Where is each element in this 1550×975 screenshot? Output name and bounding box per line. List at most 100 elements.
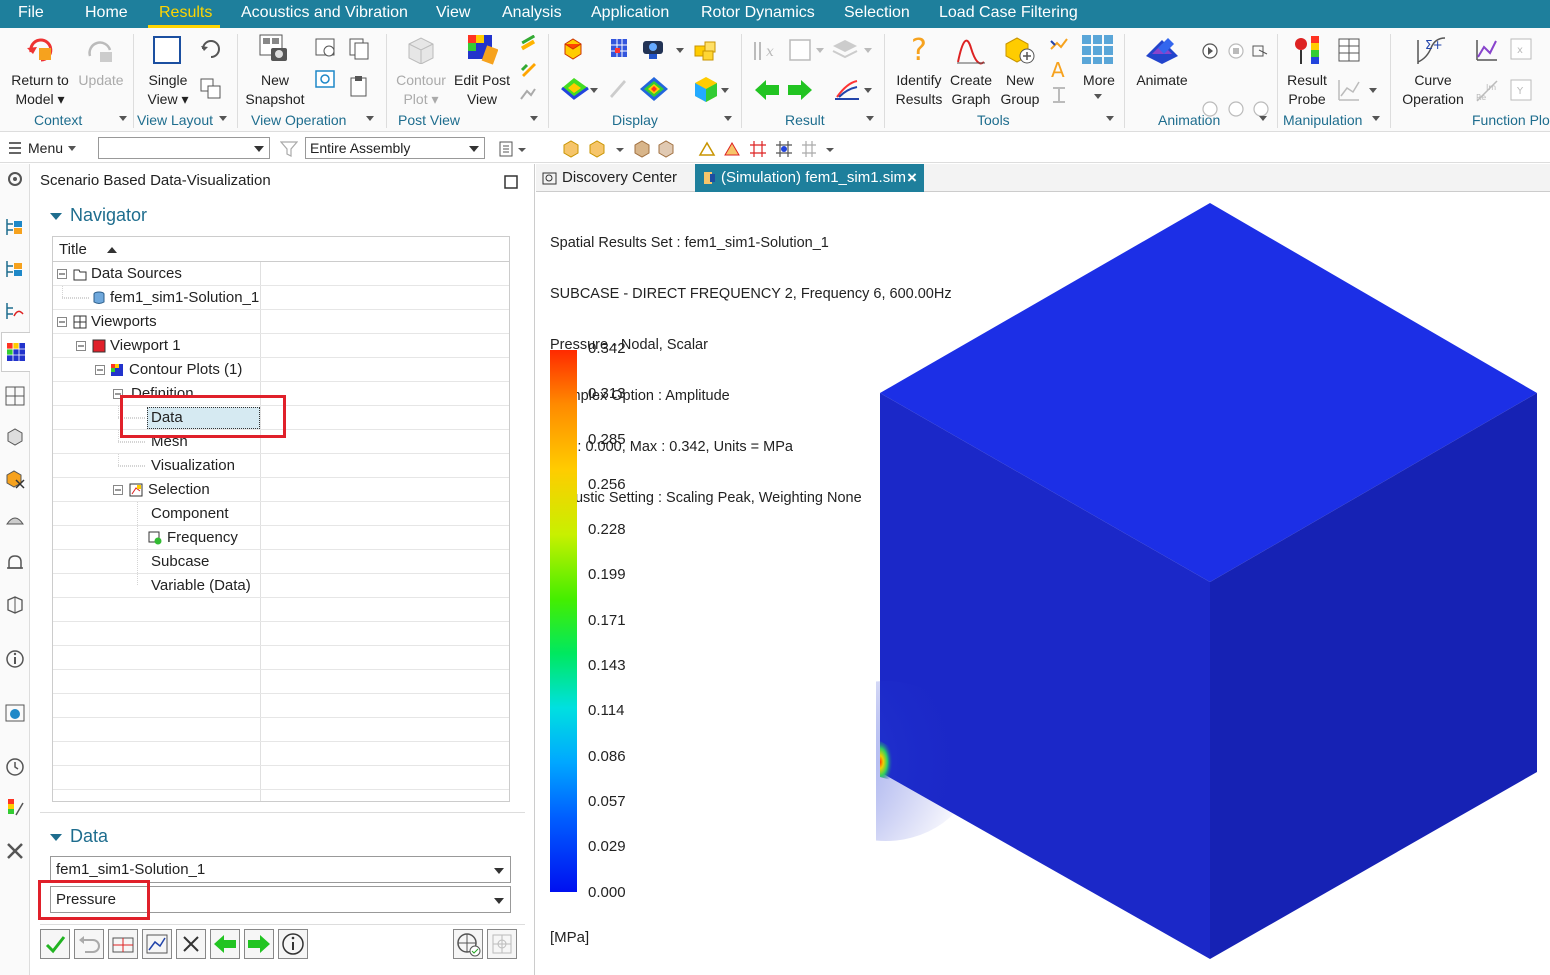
sim-file-view-icon[interactable] bbox=[4, 300, 26, 322]
new-snapshot-button[interactable]: New Snapshot bbox=[242, 71, 308, 109]
tab-discovery-center[interactable]: Discovery Center bbox=[536, 164, 694, 192]
view-list-icon[interactable] bbox=[314, 37, 338, 61]
mesh-display-icon[interactable] bbox=[607, 36, 631, 62]
probe-graph-icon[interactable] bbox=[1337, 78, 1361, 102]
scope-combo[interactable]: Entire Assembly bbox=[305, 137, 485, 159]
view-capture-icon[interactable] bbox=[314, 68, 338, 92]
select-body-icon[interactable] bbox=[656, 139, 676, 159]
graphics-viewport[interactable]: Spatial Results Set : fem1_sim1-Solution… bbox=[536, 193, 1550, 975]
annotation-a-icon[interactable]: A bbox=[1049, 59, 1069, 81]
reuse-library-icon[interactable] bbox=[4, 510, 26, 532]
part-library-icon[interactable] bbox=[4, 594, 26, 616]
select-solid-icon[interactable] bbox=[632, 139, 652, 159]
previous-arrow-icon[interactable] bbox=[753, 78, 781, 102]
title-column-header[interactable]: Title bbox=[59, 237, 87, 262]
menu-view[interactable]: View bbox=[436, 4, 470, 22]
tree-row-contour-plots[interactable]: Contour Plots (1) bbox=[53, 358, 509, 382]
history-clock-icon[interactable] bbox=[4, 756, 26, 778]
refresh-icon[interactable] bbox=[200, 38, 222, 60]
marker-icon[interactable] bbox=[519, 60, 537, 78]
tree-row-data-sources[interactable]: Data Sources bbox=[53, 262, 509, 286]
more-dropdown-arrow[interactable] bbox=[1094, 94, 1102, 99]
post-view-group-arrow[interactable] bbox=[530, 116, 538, 121]
return-to-model-button[interactable]: Return to Model ▾ bbox=[8, 71, 72, 109]
global-settings-button[interactable] bbox=[453, 929, 483, 959]
tree-row-viewport-1[interactable]: Viewport 1 bbox=[53, 334, 509, 358]
undo-button[interactable] bbox=[74, 929, 104, 959]
probe-dropdown-arrow[interactable] bbox=[1369, 88, 1377, 93]
collapse-minus-icon[interactable] bbox=[57, 269, 67, 279]
hamburger-menu-icon[interactable] bbox=[8, 142, 22, 154]
menu-home[interactable]: Home bbox=[85, 4, 128, 22]
color-palette-icon[interactable] bbox=[519, 35, 537, 53]
collapse-minus-icon[interactable] bbox=[76, 341, 86, 351]
result-group-arrow[interactable] bbox=[866, 116, 874, 121]
collapse-minus-icon[interactable] bbox=[95, 365, 105, 375]
display-dropdown-arrow[interactable] bbox=[676, 48, 684, 53]
tab-simulation[interactable]: (Simulation) fem1_sim1.sim × bbox=[695, 164, 924, 192]
edit-post-view-button[interactable]: Edit Post View bbox=[452, 71, 512, 109]
filter-icon[interactable] bbox=[280, 141, 298, 157]
tree-row-variable-data[interactable]: Variable (Data) bbox=[53, 574, 509, 598]
assembly-navigator-icon[interactable] bbox=[4, 426, 26, 448]
menu-acoustics-and-vibration[interactable]: Acoustics and Vibration bbox=[241, 4, 408, 22]
constraint-navigator-icon[interactable] bbox=[4, 468, 26, 490]
grid-snap-icon[interactable] bbox=[748, 139, 768, 159]
menu-rotor-dynamics[interactable]: Rotor Dynamics bbox=[701, 4, 815, 22]
more-button[interactable]: More bbox=[1077, 71, 1121, 90]
result-frame-icon[interactable] bbox=[788, 38, 812, 62]
collapse-minus-icon[interactable] bbox=[113, 485, 123, 495]
info-button[interactable] bbox=[278, 929, 308, 959]
layout-grid-icon[interactable] bbox=[4, 385, 26, 407]
snap-icon[interactable] bbox=[697, 139, 717, 159]
manipulation-group-arrow[interactable] bbox=[1372, 116, 1380, 121]
create-graph-button[interactable]: Create Graph bbox=[947, 71, 995, 109]
information-icon[interactable] bbox=[4, 648, 26, 670]
tree-row-solution[interactable]: fem1_sim1-Solution_1 bbox=[53, 286, 509, 310]
y-plot-icon[interactable]: Y bbox=[1509, 78, 1533, 102]
next-button[interactable] bbox=[244, 929, 274, 959]
marker-tool-icon[interactable] bbox=[1049, 35, 1069, 55]
menu-results[interactable]: Results bbox=[159, 4, 212, 22]
tree-row-selection[interactable]: Selection bbox=[53, 478, 509, 502]
display-group-arrow[interactable] bbox=[724, 116, 732, 121]
menu-selection[interactable]: Selection bbox=[844, 4, 910, 22]
post-processing-navigator-tab[interactable] bbox=[1, 332, 30, 372]
result-cube-model[interactable] bbox=[876, 201, 1546, 966]
cube-stack-icon[interactable] bbox=[693, 38, 719, 62]
color-legend-icon[interactable] bbox=[4, 797, 26, 819]
select-add-icon[interactable] bbox=[587, 139, 627, 159]
web-browser-icon[interactable] bbox=[4, 702, 26, 724]
animate-button[interactable]: Animate bbox=[1133, 71, 1191, 90]
deform-icon[interactable] bbox=[519, 85, 537, 103]
tree-row-viewports[interactable]: Viewports bbox=[53, 310, 509, 334]
snap-point-icon[interactable] bbox=[722, 139, 742, 159]
animation-group-arrow[interactable] bbox=[1259, 116, 1267, 121]
delete-button[interactable] bbox=[176, 929, 206, 959]
collapse-minus-icon[interactable] bbox=[57, 317, 67, 327]
selection-options-icon[interactable] bbox=[498, 139, 528, 159]
notification-bell-icon[interactable] bbox=[4, 552, 26, 574]
tree-row-visualization[interactable]: Visualization bbox=[53, 454, 509, 478]
contour-plot-button[interactable]: Contour Plot ▾ bbox=[392, 71, 450, 109]
menu-file[interactable]: File bbox=[18, 4, 44, 22]
type-filter-combo[interactable] bbox=[98, 137, 270, 159]
navigator-section-header[interactable]: Navigator bbox=[50, 205, 147, 226]
single-view-button[interactable]: Single View ▾ bbox=[141, 71, 195, 109]
paste-view-icon[interactable] bbox=[348, 75, 372, 99]
contour-dropdown-arrow[interactable] bbox=[590, 88, 598, 93]
previous-button[interactable] bbox=[210, 929, 240, 959]
tree-row-frequency[interactable]: Frequency bbox=[53, 526, 509, 550]
tree-header[interactable]: Title bbox=[53, 237, 509, 262]
shaded-dropdown-arrow[interactable] bbox=[721, 88, 729, 93]
view-layout-icon[interactable] bbox=[200, 78, 222, 100]
new-group-button[interactable]: New Group bbox=[998, 71, 1042, 109]
data-source-select[interactable]: fem1_sim1-Solution_1 bbox=[50, 856, 511, 883]
pen-icon[interactable] bbox=[607, 77, 629, 99]
scale-dropdown[interactable] bbox=[864, 88, 872, 93]
identify-results-button[interactable]: Identify Results bbox=[891, 71, 947, 109]
view-operation-group-arrow[interactable] bbox=[366, 116, 374, 121]
shaded-cube-icon[interactable] bbox=[691, 74, 721, 104]
grid-options-icon[interactable] bbox=[800, 139, 840, 159]
context-group-arrow[interactable] bbox=[119, 116, 127, 121]
